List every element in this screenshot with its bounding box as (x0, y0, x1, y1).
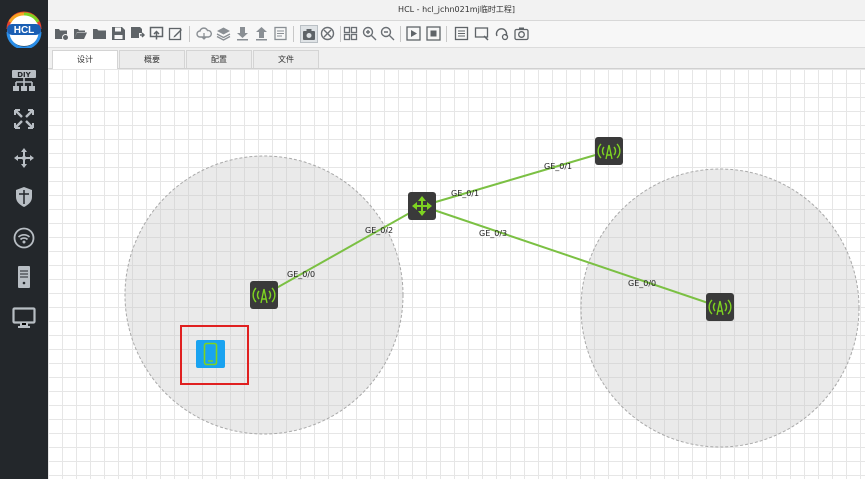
save-as-icon (130, 26, 145, 38)
zoom-in-button[interactable] (361, 25, 377, 41)
port-label: GE_0/3 (479, 229, 507, 238)
cloud-icon (196, 26, 212, 40)
save-as-button[interactable] (129, 25, 145, 41)
start-icon (405, 25, 421, 41)
screenshot-icon (513, 27, 529, 40)
wireless-ap-icon (595, 137, 623, 165)
save-button[interactable] (110, 25, 126, 41)
wireless-ap-top[interactable] (595, 137, 623, 165)
new-project-icon (54, 28, 69, 41)
diy-icon: DIY (12, 70, 36, 91)
router-icon (14, 148, 34, 168)
grid-button[interactable] (342, 25, 358, 41)
port-label: GE_0/1 (451, 189, 479, 198)
screenshot-button[interactable] (513, 25, 529, 41)
topology-diagram: GE_0/1 GE_0/1 GE_0/2 GE_0/0 GE_0/3 GE_0/… (124, 137, 860, 448)
list-icon (454, 26, 468, 40)
notes-icon (273, 26, 287, 40)
list-button[interactable] (453, 25, 469, 41)
sidebar-item-terminal[interactable] (10, 304, 38, 332)
switch-device[interactable] (408, 192, 436, 220)
sidebar-item-switch[interactable] (10, 105, 38, 133)
tab-config[interactable]: 配置 (186, 50, 252, 68)
download-button[interactable] (234, 25, 250, 41)
port-label: GE_0/0 (287, 270, 315, 279)
start-button[interactable] (405, 25, 421, 41)
stop-icon (425, 25, 441, 41)
edit-icon (168, 27, 182, 40)
delete-link-button[interactable] (319, 25, 335, 41)
cloud-button[interactable] (196, 25, 212, 41)
export-button[interactable] (148, 25, 164, 41)
phone-device[interactable] (196, 340, 225, 368)
port-label: GE_0/2 (365, 226, 393, 235)
zoom-in-icon (362, 26, 376, 40)
open-folder-button[interactable] (91, 25, 107, 41)
sidebar-item-firewall[interactable] (10, 183, 38, 211)
switch-icon (14, 109, 34, 129)
capture-icon (303, 28, 315, 40)
notes-button[interactable] (272, 25, 288, 41)
zoom-out-button[interactable] (379, 25, 395, 41)
sidebar-item-wireless[interactable] (10, 224, 38, 252)
wireless-ap-icon (706, 293, 734, 321)
console-button[interactable] (473, 25, 489, 41)
main-toolbar (48, 21, 865, 48)
topology-canvas[interactable]: GE_0/1 GE_0/1 GE_0/2 GE_0/0 GE_0/3 GE_0/… (48, 69, 865, 479)
zoom-out-icon (380, 26, 394, 40)
stop-button[interactable] (425, 25, 441, 41)
tab-design[interactable]: 设计 (52, 50, 118, 69)
port-label: GE_0/0 (628, 279, 656, 288)
edit-button[interactable] (167, 25, 183, 41)
search-device-icon (495, 27, 508, 40)
port-label: GE_0/1 (544, 162, 572, 171)
firewall-icon (16, 187, 32, 207)
logo-text: HCL (14, 25, 35, 36)
layers-icon (216, 27, 230, 41)
export-icon (149, 26, 163, 39)
delete-link-icon (320, 26, 334, 40)
capture-button[interactable] (300, 25, 318, 43)
open-project-button[interactable] (72, 25, 88, 41)
window-title: HCL - hcl_jchn021mj临时工程] (48, 0, 865, 21)
upload-icon (255, 26, 267, 40)
grid-icon (343, 26, 357, 40)
open-folder-icon (92, 28, 106, 39)
save-icon (111, 26, 125, 40)
tab-overview[interactable]: 概要 (119, 50, 185, 68)
wireless-ap-icon (250, 281, 278, 309)
wireless-ap-right[interactable] (706, 293, 734, 321)
toolbar-separator (400, 26, 401, 42)
sidebar-item-router[interactable] (10, 144, 38, 172)
toolbar-separator (189, 26, 190, 42)
console-icon (474, 26, 489, 41)
device-sidebar: HCL DIY (0, 0, 48, 479)
upload-button[interactable] (253, 25, 269, 41)
terminal-icon (12, 307, 36, 328)
layers-button[interactable] (215, 25, 231, 41)
sidebar-item-server[interactable] (10, 263, 38, 291)
tab-files[interactable]: 文件 (253, 50, 319, 68)
hcl-logo: HCL (2, 10, 46, 50)
toolbar-separator (293, 26, 294, 42)
open-project-icon (73, 28, 87, 39)
server-icon (18, 266, 30, 288)
new-project-button[interactable] (53, 25, 69, 41)
search-device-button[interactable] (493, 25, 509, 41)
download-icon (236, 26, 248, 40)
toolbar-separator (446, 26, 447, 42)
wireless-icon (13, 227, 35, 249)
toolbar-separator (340, 26, 341, 42)
sidebar-item-diy[interactable]: DIY (10, 66, 38, 94)
tab-bar: 设计 概要 配置 文件 (48, 48, 865, 69)
wireless-ap-left[interactable] (250, 281, 278, 309)
diy-label: DIY (17, 71, 31, 79)
